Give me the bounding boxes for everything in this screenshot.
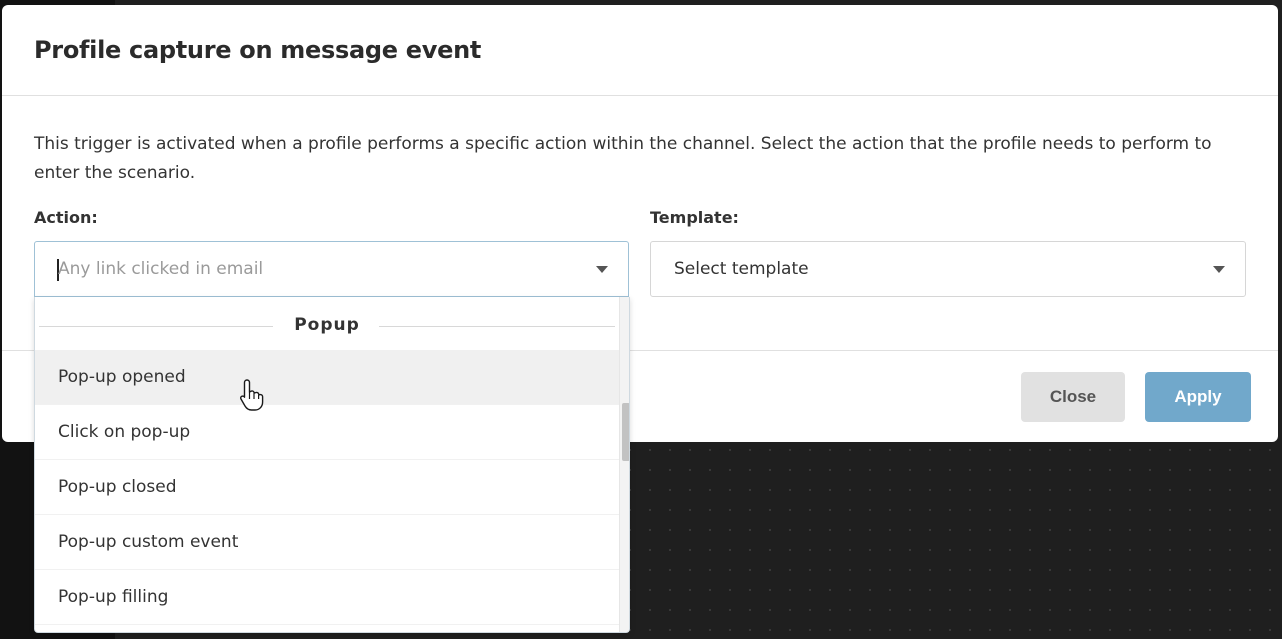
template-select[interactable]: Select template [650,241,1246,297]
dropdown-option-popup-opened[interactable]: Pop-up opened [35,350,619,405]
dropdown-option-popup-closed[interactable]: Pop-up closed [35,460,619,515]
divider [39,326,273,327]
chevron-down-icon[interactable] [1213,266,1225,273]
template-label: Template: [650,208,739,227]
chevron-down-icon[interactable] [596,266,608,273]
modal-title: Profile capture on message event [34,36,482,64]
action-label: Action: [34,208,98,227]
dropdown-option-popup-filling[interactable]: Pop-up filling [35,570,619,625]
dropdown-option-popup-custom-event[interactable]: Pop-up custom event [35,515,619,570]
dropdown-group-header: Popup [35,297,619,350]
action-select-placeholder: Any link clicked in email [58,259,264,279]
dropdown-option-click-on-popup[interactable]: Click on pop-up [35,405,619,460]
modal-header: Profile capture on message event [2,5,1278,96]
hand-pointer-cursor-icon [240,379,264,411]
dropdown-group-label: Popup [294,314,360,335]
action-select[interactable]: Any link clicked in email [34,241,629,297]
dropdown-scrollbar[interactable] [619,297,629,632]
scrollbar-thumb[interactable] [622,403,629,461]
action-dropdown-menu: Popup Pop-up opened Click on pop-up Pop-… [34,297,630,633]
trigger-description: This trigger is activated when a profile… [34,134,1212,183]
template-select-value: Select template [674,259,809,279]
divider [379,326,615,327]
close-button[interactable]: Close [1021,372,1125,422]
apply-button[interactable]: Apply [1145,372,1251,422]
